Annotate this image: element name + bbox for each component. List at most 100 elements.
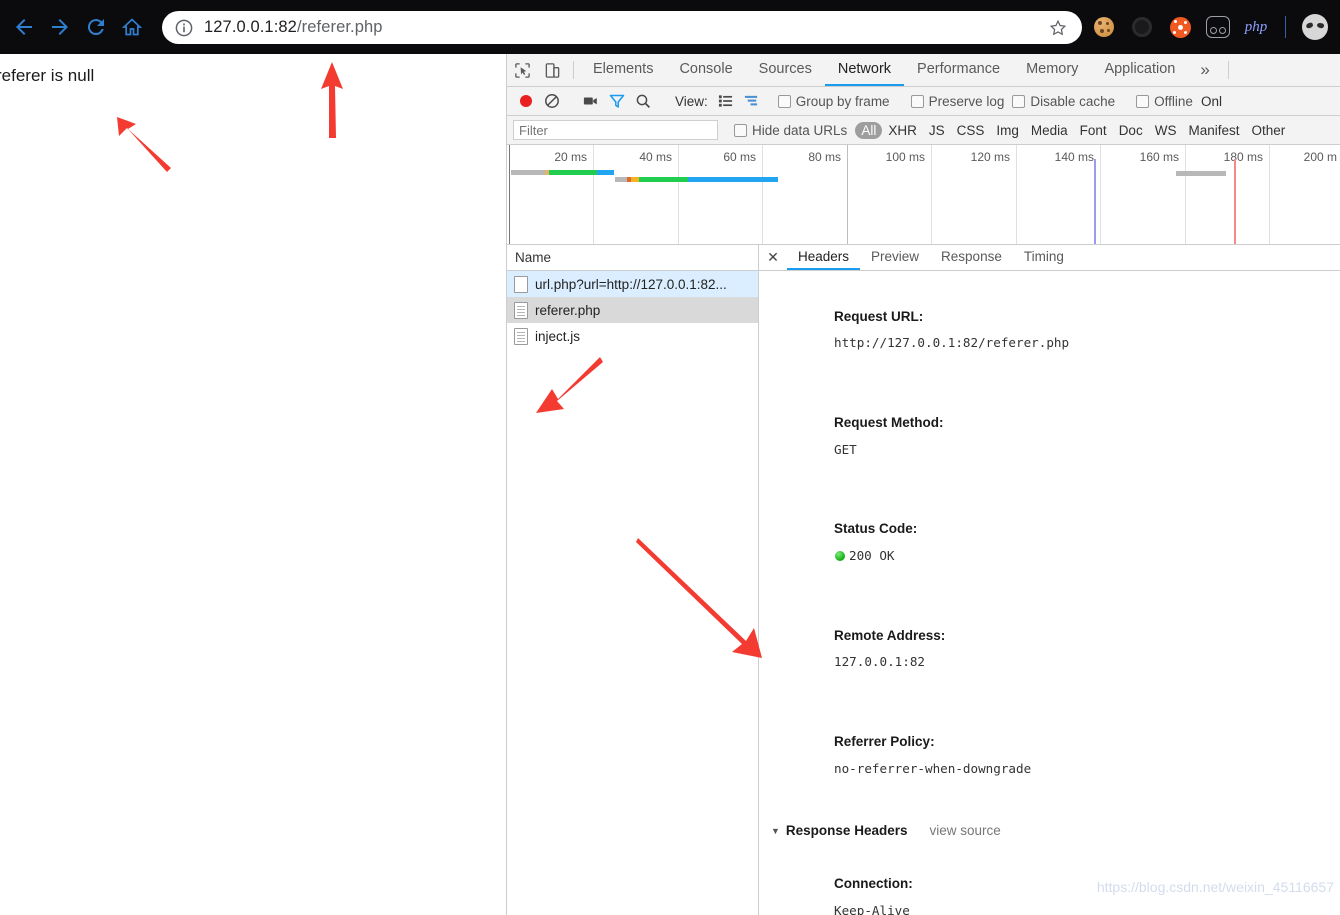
tab-performance[interactable]: Performance (904, 54, 1013, 86)
devtools-tabbar: Elements Console Sources Network Perform… (507, 54, 1340, 87)
header-name: Status Code: (834, 521, 918, 537)
request-row-name: referer.php (535, 302, 601, 318)
more-tabs-icon[interactable]: » (1188, 54, 1221, 86)
address-bar-url[interactable]: 127.0.0.1:82/referer.php (204, 18, 1040, 37)
back-button[interactable] (6, 9, 42, 45)
general-header-row: Request URL: http://127.0.0.1:82/referer… (759, 277, 1340, 383)
overview-request-bar (597, 170, 614, 175)
tab-preview[interactable]: Preview (860, 245, 930, 270)
headers-scroll-area[interactable]: Request URL: http://127.0.0.1:82/referer… (759, 271, 1340, 915)
offline-label: Offline (1154, 93, 1193, 109)
goggles-extension-icon[interactable] (1205, 14, 1231, 40)
response-view-source-link[interactable]: view source (929, 817, 1000, 845)
request-list-column-header[interactable]: Name (507, 245, 758, 271)
tab-memory[interactable]: Memory (1013, 54, 1091, 86)
reload-button[interactable] (78, 9, 114, 45)
network-body: Name url.php?url=http://127.0.0.1:82... … (507, 245, 1340, 915)
inspect-element-icon[interactable] (507, 54, 537, 86)
header-name: Referrer Policy: (834, 734, 935, 750)
devtools-panel: Elements Console Sources Network Perform… (506, 54, 1340, 915)
tab-elements[interactable]: Elements (580, 54, 666, 86)
response-headers-section-toggle[interactable]: ▼ Response Headers view source (759, 817, 1340, 845)
overview-tick-label: 120 ms (970, 150, 1010, 164)
arrow-left-icon (12, 15, 36, 39)
checkbox-box (910, 94, 924, 108)
filter-type-css[interactable]: CSS (951, 122, 991, 139)
php-extension-icon[interactable]: php (1243, 14, 1269, 40)
throttling-select[interactable]: Onl (1201, 94, 1222, 109)
orange-node-extension-icon[interactable] (1167, 14, 1193, 40)
overview-tick-label: 20 ms (554, 150, 587, 164)
filter-type-media[interactable]: Media (1025, 122, 1074, 139)
php-extension-label: php (1244, 18, 1268, 35)
record-stop-icon[interactable] (513, 93, 539, 109)
disable-cache-label: Disable cache (1030, 93, 1116, 109)
filter-type-doc[interactable]: Doc (1113, 122, 1149, 139)
cookie-extension-icon[interactable] (1091, 14, 1117, 40)
tab-console[interactable]: Console (666, 54, 745, 86)
checkbox-box (1136, 94, 1150, 108)
overview-tick-label: 100 ms (885, 150, 925, 164)
group-by-frame-checkbox[interactable]: Group by frame (777, 94, 890, 109)
filter-type-js[interactable]: JS (923, 122, 951, 139)
bookmark-star-icon[interactable] (1048, 18, 1068, 38)
profile-avatar-icon[interactable] (1302, 14, 1328, 40)
dark-ring-extension-icon[interactable] (1129, 14, 1155, 40)
header-value: no-referrer-when-downgrade (834, 760, 1032, 776)
filter-type-font[interactable]: Font (1074, 122, 1113, 139)
page-info-icon[interactable] (174, 18, 194, 38)
overview-tick-label: 60 ms (723, 150, 756, 164)
list-view-icon[interactable] (713, 94, 739, 108)
filter-type-manifest[interactable]: Manifest (1182, 122, 1245, 139)
toggle-device-toolbar-icon[interactable] (537, 54, 567, 86)
network-filter-bar: Hide data URLs All XHR JS CSS Img Media … (507, 116, 1340, 145)
filter-type-ws[interactable]: WS (1149, 122, 1183, 139)
hide-data-urls-checkbox[interactable]: Hide data URLs (734, 123, 847, 138)
status-ok-dot-icon (835, 550, 846, 561)
hide-data-urls-label: Hide data URLs (752, 122, 848, 138)
header-name: Request Method: (834, 414, 944, 430)
offline-checkbox[interactable]: Offline (1136, 94, 1193, 109)
header-value: GET (834, 441, 857, 457)
header-value: Keep-Alive (834, 903, 910, 915)
request-row-url-php[interactable]: url.php?url=http://127.0.0.1:82... (507, 271, 758, 297)
filter-funnel-icon[interactable] (604, 93, 630, 109)
waterfall-view-icon[interactable] (739, 94, 765, 108)
overview-request-bar (631, 177, 639, 182)
filter-type-all[interactable]: All (855, 121, 883, 139)
tab-timing[interactable]: Timing (1013, 245, 1075, 270)
tab-application[interactable]: Application (1091, 54, 1188, 86)
tab-sources[interactable]: Sources (746, 54, 825, 86)
network-request-list: Name url.php?url=http://127.0.0.1:82... … (507, 245, 759, 915)
disable-cache-checkbox[interactable]: Disable cache (1012, 94, 1115, 109)
tab-headers[interactable]: Headers (787, 245, 861, 270)
header-name: Connection: (834, 876, 913, 892)
search-icon[interactable] (630, 93, 656, 109)
overview-tick-label: 140 ms (1054, 150, 1094, 164)
home-button[interactable] (114, 9, 150, 45)
clear-network-log-icon[interactable] (539, 93, 565, 109)
forward-button[interactable] (42, 9, 78, 45)
filter-type-other[interactable]: Other (1245, 122, 1291, 139)
response-header-row: Connection: Keep-Alive (759, 845, 1340, 915)
request-row-name: url.php?url=http://127.0.0.1:82... (535, 276, 727, 292)
request-row-referer-php[interactable]: referer.php (507, 297, 758, 323)
filter-type-xhr[interactable]: XHR (882, 122, 923, 139)
tab-network[interactable]: Network (824, 54, 905, 86)
page-viewport: referer is null (0, 54, 506, 915)
preserve-log-checkbox[interactable]: Preserve log (910, 94, 1004, 109)
document-icon (514, 301, 528, 319)
request-row-inject-js[interactable]: inject.js (507, 323, 758, 349)
general-header-row: Referrer Policy: no-referrer-when-downgr… (759, 703, 1340, 809)
filter-type-img[interactable]: Img (990, 122, 1025, 139)
network-overview-timeline[interactable]: 20 ms 40 ms 60 ms 80 ms 100 ms 120 ms 14… (507, 145, 1340, 245)
overview-tick-label: 180 ms (1223, 150, 1263, 164)
extension-toolbar: php (1091, 0, 1336, 54)
toolbar-divider (1285, 16, 1286, 38)
filter-input[interactable] (513, 120, 718, 140)
close-icon[interactable]: ✕ (759, 245, 787, 270)
camera-icon[interactable] (578, 94, 604, 108)
tabbar-divider (573, 61, 574, 79)
tab-response[interactable]: Response (930, 245, 1013, 270)
address-bar[interactable]: 127.0.0.1:82/referer.php (162, 11, 1082, 44)
